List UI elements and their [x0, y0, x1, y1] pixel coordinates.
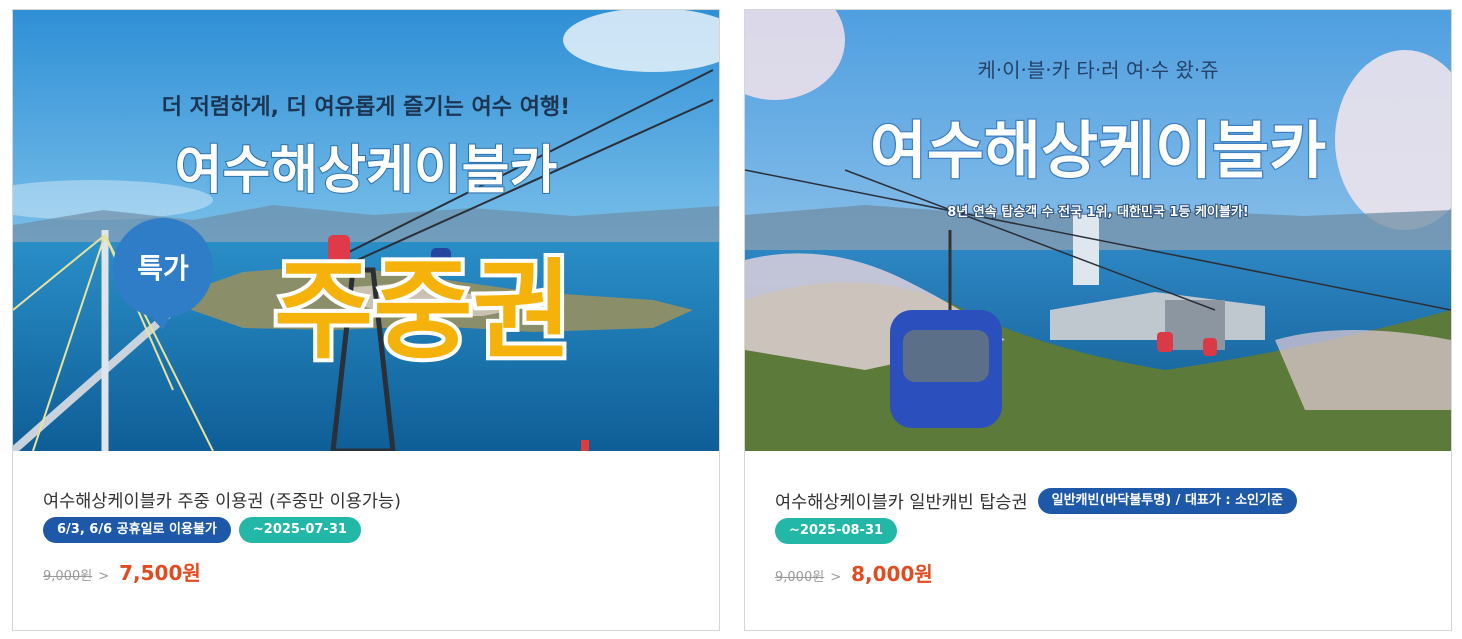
original-price: 9,000원	[43, 569, 93, 584]
product-card-weekday[interactable]: 더 저렴하게, 더 여유롭게 즐기는 여수 여행! 여수해상케이블카 특가 주중…	[12, 9, 720, 631]
banner-headline: 케·이·블·카 타·러 여·수 왔·쥬	[977, 58, 1218, 82]
banner-headline: 더 저렴하게, 더 여유롭게 즐기는 여수 여행!	[162, 95, 570, 120]
product-title[interactable]: 여수해상케이블카 일반캐빈 탑승권	[775, 489, 1028, 514]
banner-title: 여수해상케이블카	[870, 114, 1326, 187]
product-title[interactable]: 여수해상케이블카 주중 이용권 (주중만 이용가능)	[43, 488, 699, 513]
product-image-weekday[interactable]: 더 저렴하게, 더 여유롭게 즐기는 여수 여행! 여수해상케이블카 특가 주중…	[13, 10, 719, 451]
tag-expiry-date: ~2025-08-31	[775, 518, 898, 544]
banner-title: 여수해상케이블카	[175, 141, 558, 201]
original-price: 9,000원	[775, 570, 825, 585]
banner-big-text: 주중권	[274, 249, 572, 374]
sale-price: 7,500원	[119, 561, 201, 585]
tag-holiday-notice: 6/3, 6/6 공휴일로 이용불가	[43, 517, 231, 543]
banner-subline: 8년 연속 탑승객 수 전국 1위, 대한민국 1등 케이블카!	[947, 204, 1248, 220]
banner-badge: 특가	[137, 252, 189, 285]
price-arrow-icon: >	[830, 570, 842, 585]
product-image-general-cabin[interactable]: 케·이·블·카 타·러 여·수 왔·쥬 여수해상케이블카 8년 연속 탑승객 수…	[745, 10, 1451, 451]
price-arrow-icon: >	[98, 569, 110, 584]
product-card-general-cabin[interactable]: 케·이·블·카 타·러 여·수 왔·쥬 여수해상케이블카 8년 연속 탑승객 수…	[744, 9, 1452, 631]
tag-cabin-type: 일반캐빈(바닥불투명) / 대표가 : 소인기준	[1037, 488, 1297, 514]
sale-price: 8,000원	[851, 562, 933, 586]
tag-expiry-date: ~2025-07-31	[238, 517, 361, 543]
